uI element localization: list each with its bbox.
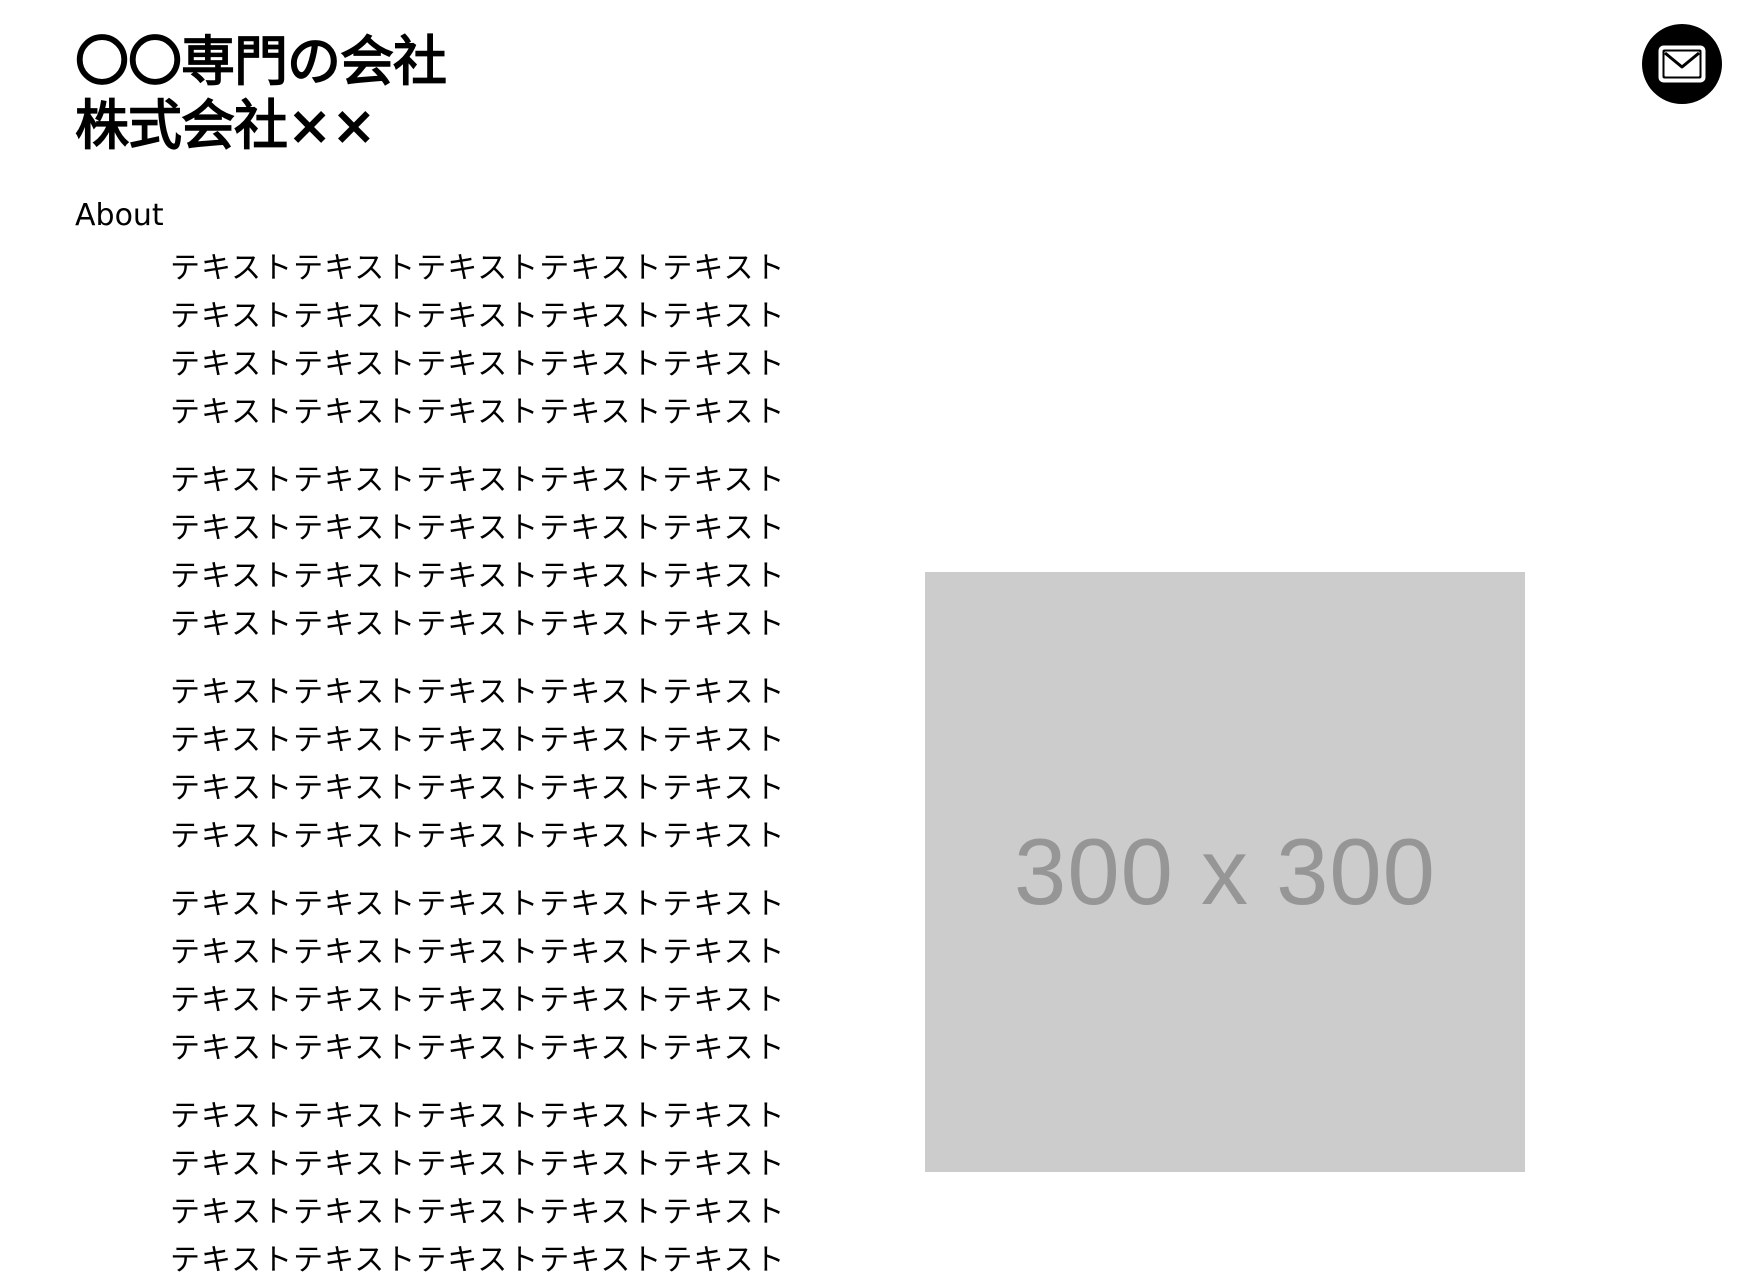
text-line: テキストテキストテキストテキストテキスト — [170, 395, 786, 430]
page: 〇〇専門の会社 株式会社×× About テキストテキストテキストテキストテキス… — [0, 0, 1744, 1286]
text-line: テキストテキストテキストテキストテキスト — [170, 607, 786, 642]
text-line: テキストテキストテキストテキストテキスト — [170, 935, 786, 970]
text-line: テキストテキストテキストテキストテキスト — [170, 251, 786, 286]
about-paragraph: テキストテキストテキストテキストテキスト テキストテキストテキストテキストテキス… — [170, 457, 830, 649]
site-title-line2: 株式会社×× — [75, 94, 377, 157]
contact-mail-button[interactable] — [1642, 24, 1722, 104]
text-line: テキストテキストテキストテキストテキスト — [170, 1243, 786, 1278]
text-line: テキストテキストテキストテキストテキスト — [170, 1031, 786, 1066]
about-paragraph: テキストテキストテキストテキストテキスト テキストテキストテキストテキストテキス… — [170, 669, 830, 861]
text-line: テキストテキストテキストテキストテキスト — [170, 675, 786, 710]
site-title-line1: 〇〇専門の会社 — [75, 30, 447, 93]
about-paragraph: テキストテキストテキストテキストテキスト テキストテキストテキストテキストテキス… — [170, 1093, 830, 1285]
mail-icon — [1658, 45, 1706, 83]
text-line: テキストテキストテキストテキストテキスト — [170, 511, 786, 546]
text-line: テキストテキストテキストテキストテキスト — [170, 771, 786, 806]
about-paragraph: テキストテキストテキストテキストテキスト テキストテキストテキストテキストテキス… — [170, 881, 830, 1073]
text-line: テキストテキストテキストテキストテキスト — [170, 347, 786, 382]
nav-about-link[interactable]: About — [75, 196, 164, 236]
placeholder-image: 300 x 300 — [925, 572, 1525, 1172]
placeholder-image-label: 300 x 300 — [1014, 819, 1436, 924]
text-line: テキストテキストテキストテキストテキスト — [170, 819, 786, 854]
text-line: テキストテキストテキストテキストテキスト — [170, 887, 786, 922]
text-line: テキストテキストテキストテキストテキスト — [170, 983, 786, 1018]
text-line: テキストテキストテキストテキストテキスト — [170, 299, 786, 334]
text-line: テキストテキストテキストテキストテキスト — [170, 1099, 786, 1134]
text-line: テキストテキストテキストテキストテキスト — [170, 1195, 786, 1230]
text-line: テキストテキストテキストテキストテキスト — [170, 1147, 786, 1182]
about-text-block: テキストテキストテキストテキストテキスト テキストテキストテキストテキストテキス… — [170, 245, 830, 1286]
text-line: テキストテキストテキストテキストテキスト — [170, 463, 786, 498]
about-paragraph: テキストテキストテキストテキストテキスト テキストテキストテキストテキストテキス… — [170, 245, 830, 437]
site-title: 〇〇専門の会社 株式会社×× — [75, 30, 447, 158]
text-line: テキストテキストテキストテキストテキスト — [170, 559, 786, 594]
text-line: テキストテキストテキストテキストテキスト — [170, 723, 786, 758]
